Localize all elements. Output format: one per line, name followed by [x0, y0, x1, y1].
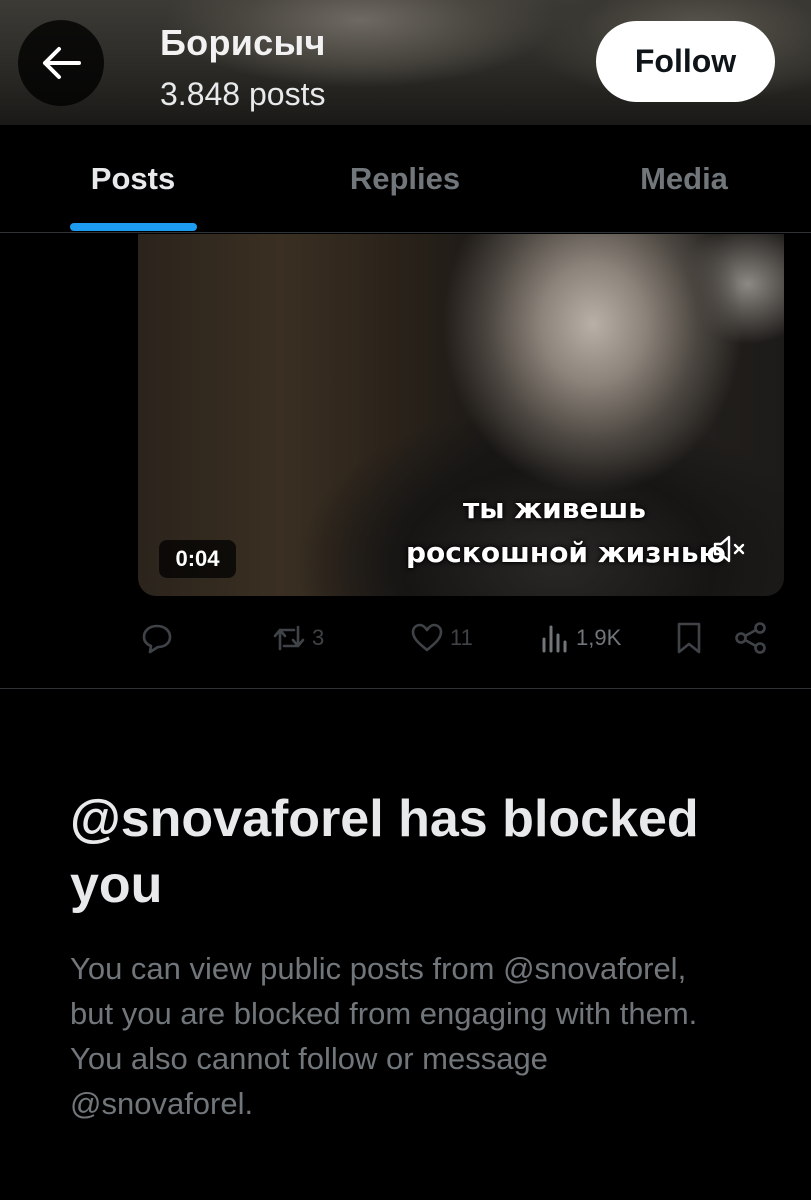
share-icon: [735, 622, 766, 654]
tab-replies[interactable]: Replies: [310, 125, 500, 232]
repost-button[interactable]: 3: [272, 618, 324, 658]
heart-icon: [411, 623, 443, 652]
share-button[interactable]: [734, 618, 768, 658]
active-tab-indicator: [70, 223, 197, 231]
like-button[interactable]: 11: [410, 618, 473, 658]
post-action-bar: 3 11 1,9K: [0, 600, 811, 672]
bookmark-icon: [677, 622, 701, 654]
bookmark-button[interactable]: [675, 618, 703, 658]
blocked-notice-description: You can view public posts from @snovafor…: [70, 951, 698, 1121]
posts-count: 3.848 posts: [160, 76, 326, 112]
blocked-notice-title: @snovaforel has blocked you: [70, 790, 699, 914]
profile-tabs: Posts Replies Media: [0, 125, 811, 233]
video-subtitle-line1: ты живешь: [463, 492, 646, 525]
speaker-muted-icon[interactable]: [712, 534, 746, 569]
profile-header: Борисыч 3.848 posts Follow: [0, 0, 811, 125]
tab-posts[interactable]: Posts: [40, 125, 226, 232]
profile-page: Борисыч 3.848 posts Follow Posts Replies…: [0, 0, 811, 1200]
video-subtitle-line2: роскошной жизнью: [406, 536, 726, 569]
post-divider: [0, 688, 811, 689]
arrow-left-icon: [43, 47, 81, 79]
reply-icon: [142, 624, 172, 654]
like-count: 11: [450, 625, 473, 650]
repost-icon: [273, 625, 305, 651]
post-video[interactable]: ты живешь роскошной жизнью 0:04: [138, 234, 784, 596]
repost-count: 3: [312, 625, 325, 650]
back-button[interactable]: [18, 20, 104, 106]
views-chart-icon: [542, 625, 567, 653]
profile-name: Борисыч: [160, 22, 326, 63]
tab-media[interactable]: Media: [586, 125, 782, 232]
views-count: 1,9K: [576, 625, 622, 650]
video-duration-badge: 0:04: [159, 540, 236, 578]
reply-button[interactable]: [140, 618, 180, 658]
views-button[interactable]: 1,9K: [540, 618, 621, 658]
follow-button[interactable]: Follow: [596, 21, 775, 102]
